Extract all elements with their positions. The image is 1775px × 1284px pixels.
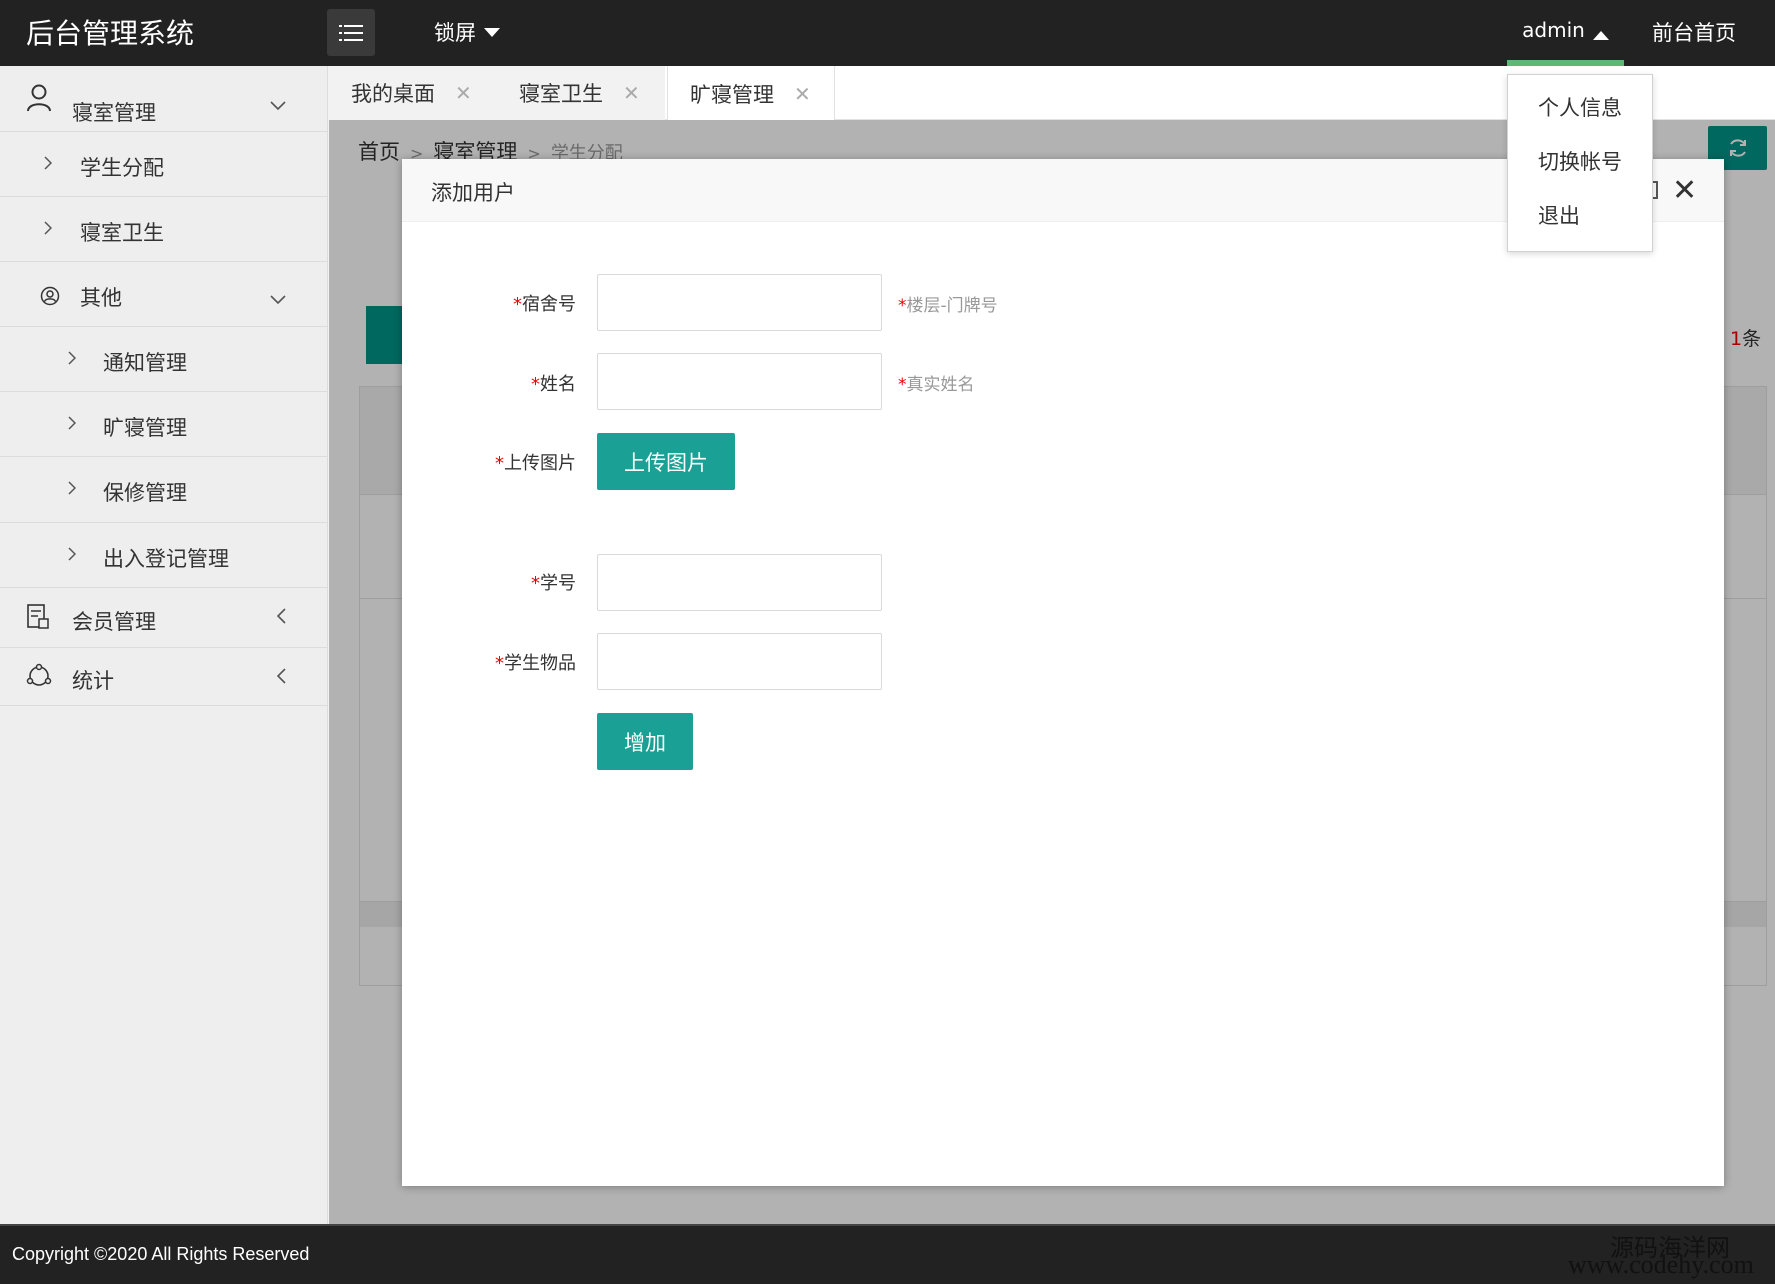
student-id-label: *学号 bbox=[456, 569, 576, 595]
chevron-right-icon bbox=[68, 547, 76, 561]
lock-screen-label: 锁屏 bbox=[434, 21, 476, 45]
upload-label-text: 上传图片 bbox=[504, 453, 576, 474]
sidebar-item-student-assign[interactable]: 学生分配 bbox=[0, 132, 328, 197]
student-items-label-text: 学生物品 bbox=[504, 653, 576, 674]
sidebar-item-statistics[interactable]: 统计 bbox=[0, 648, 328, 706]
user-menu-trigger[interactable]: admin bbox=[1507, 0, 1624, 66]
add-user-dialog: 添加用户 ✕ *宿舍号 *楼层-门牌号 *姓名 *真实姓名 *上传图片 上传图片… bbox=[402, 159, 1724, 1186]
student-id-input[interactable] bbox=[597, 554, 882, 611]
required-mark: * bbox=[898, 375, 907, 395]
tab-absence-management[interactable]: 旷寝管理 ✕ bbox=[667, 66, 835, 121]
menu-item-logout[interactable]: 退出 bbox=[1508, 189, 1652, 243]
name-hint: *真实姓名 bbox=[898, 370, 975, 395]
upload-image-button[interactable]: 上传图片 bbox=[597, 433, 735, 490]
menu-toggle-button[interactable] bbox=[327, 9, 375, 56]
sidebar-item-label: 出入登记管理 bbox=[103, 547, 229, 571]
tab-my-desktop[interactable]: 我的桌面 ✕ bbox=[329, 66, 497, 120]
member-icon bbox=[26, 604, 50, 630]
required-mark: * bbox=[495, 453, 504, 474]
watermark-url: www.codehy.com bbox=[1568, 1250, 1754, 1279]
list-icon bbox=[339, 24, 363, 41]
student-items-input[interactable] bbox=[597, 633, 882, 690]
dorm-number-label-text: 宿舍号 bbox=[522, 294, 576, 315]
user-dropdown: 个人信息 切换帐号 退出 bbox=[1507, 74, 1653, 252]
sidebar-item-label: 寝室卫生 bbox=[80, 221, 164, 245]
user-icon bbox=[26, 84, 52, 112]
copyright-text: Copyright ©2020 All Rights Reserved bbox=[12, 1244, 310, 1264]
close-icon[interactable]: ✕ bbox=[1672, 173, 1697, 208]
sidebar-item-access-log[interactable]: 出入登记管理 bbox=[0, 523, 328, 588]
face-icon bbox=[40, 286, 60, 306]
footer: Copyright ©2020 All Rights Reserved bbox=[0, 1224, 1775, 1284]
tab-dorm-hygiene[interactable]: 寝室卫生 ✕ bbox=[497, 66, 665, 120]
dialog-title: 添加用户 bbox=[431, 181, 515, 205]
chevron-right-icon bbox=[44, 156, 52, 170]
menu-item-profile[interactable]: 个人信息 bbox=[1508, 81, 1652, 135]
tab-label: 我的桌面 bbox=[351, 82, 435, 106]
lock-screen-menu[interactable]: 锁屏 bbox=[434, 17, 500, 47]
chevron-right-icon bbox=[68, 351, 76, 365]
sidebar-item-other[interactable]: 其他 bbox=[0, 262, 328, 327]
required-mark: * bbox=[495, 653, 504, 674]
sidebar-item-notice[interactable]: 通知管理 bbox=[0, 327, 328, 392]
sidebar-item-label: 寝室管理 bbox=[72, 101, 156, 125]
sidebar-item-label: 其他 bbox=[80, 286, 122, 310]
sidebar-item-members[interactable]: 会员管理 bbox=[0, 588, 328, 648]
top-header: 后台管理系统 锁屏 admin 前台首页 bbox=[0, 0, 1775, 66]
tab-label: 寝室卫生 bbox=[519, 82, 603, 106]
chevron-right-icon bbox=[44, 221, 52, 235]
upload-label: *上传图片 bbox=[456, 449, 576, 475]
stats-icon bbox=[26, 663, 52, 689]
sidebar-item-label: 学生分配 bbox=[80, 156, 164, 180]
add-button[interactable]: 增加 bbox=[597, 713, 693, 770]
sidebar: 寝室管理 学生分配 寝室卫生 其他 通知管理 旷寝管理 保修管理 出入登记管理 … bbox=[0, 66, 328, 1224]
close-icon[interactable]: ✕ bbox=[623, 81, 640, 105]
name-hint-text: 真实姓名 bbox=[906, 375, 975, 395]
sidebar-item-label: 通知管理 bbox=[103, 351, 187, 375]
caret-up-icon bbox=[1592, 30, 1609, 40]
caret-down-icon bbox=[484, 27, 500, 37]
chevron-down-icon bbox=[270, 286, 286, 310]
name-label: *姓名 bbox=[456, 370, 576, 396]
required-mark: * bbox=[898, 296, 907, 316]
name-label-text: 姓名 bbox=[540, 374, 576, 395]
student-items-label: *学生物品 bbox=[456, 649, 576, 675]
close-icon[interactable]: ✕ bbox=[794, 82, 811, 106]
username: admin bbox=[1522, 18, 1585, 42]
name-input[interactable] bbox=[597, 353, 882, 410]
dorm-number-label: *宿舍号 bbox=[456, 290, 576, 316]
sidebar-item-dorm-management[interactable]: 寝室管理 bbox=[0, 66, 328, 132]
required-mark: * bbox=[531, 374, 540, 395]
menu-item-switch-account[interactable]: 切换帐号 bbox=[1508, 135, 1652, 189]
chevron-left-icon bbox=[276, 605, 286, 629]
chevron-right-icon bbox=[68, 481, 76, 495]
dorm-number-hint: *楼层-门牌号 bbox=[898, 291, 998, 316]
chevron-right-icon bbox=[68, 416, 76, 430]
required-mark: * bbox=[513, 294, 522, 315]
sidebar-item-label: 会员管理 bbox=[72, 610, 156, 634]
required-mark: * bbox=[531, 573, 540, 594]
sidebar-item-absence[interactable]: 旷寝管理 bbox=[0, 392, 328, 457]
sidebar-item-label: 统计 bbox=[72, 669, 114, 693]
dorm-number-hint-text: 楼层-门牌号 bbox=[906, 296, 998, 316]
front-home-link[interactable]: 前台首页 bbox=[1652, 17, 1736, 47]
app-title: 后台管理系统 bbox=[26, 17, 195, 50]
dorm-number-input[interactable] bbox=[597, 274, 882, 331]
close-icon[interactable]: ✕ bbox=[455, 81, 472, 105]
tab-label: 旷寝管理 bbox=[690, 82, 774, 107]
sidebar-item-label: 旷寝管理 bbox=[103, 416, 187, 440]
chevron-left-icon bbox=[276, 665, 286, 689]
sidebar-item-dorm-hygiene[interactable]: 寝室卫生 bbox=[0, 197, 328, 262]
sidebar-item-label: 保修管理 bbox=[103, 481, 187, 505]
student-id-label-text: 学号 bbox=[540, 573, 576, 594]
chevron-down-icon bbox=[270, 92, 286, 116]
sidebar-item-repair[interactable]: 保修管理 bbox=[0, 457, 328, 523]
